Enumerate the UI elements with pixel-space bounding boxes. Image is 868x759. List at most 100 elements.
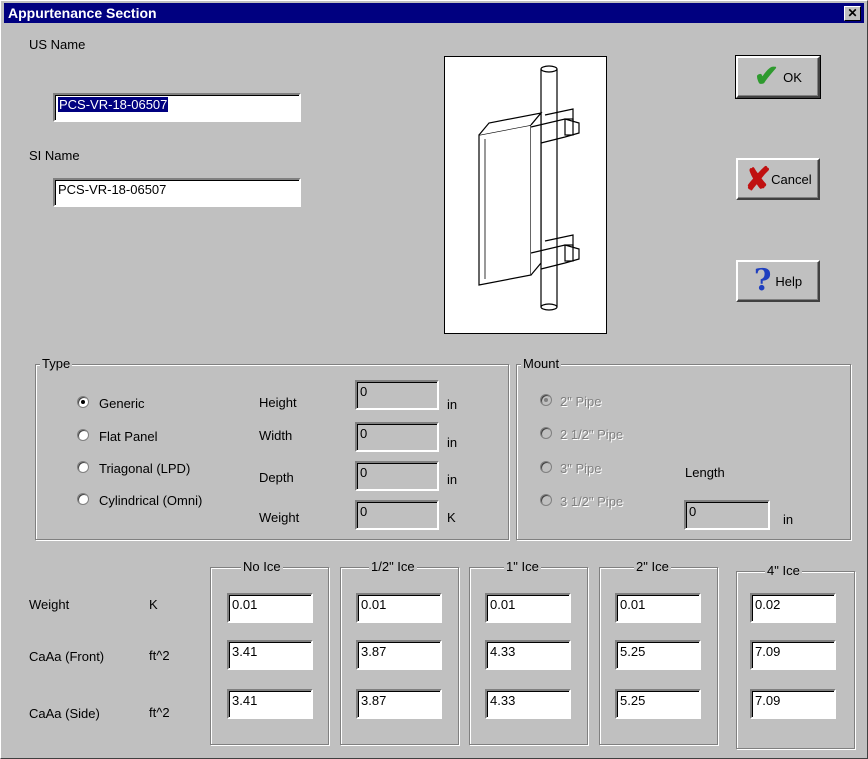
row-unit-caaa-front: ft^2 — [149, 648, 170, 663]
check-icon: ✔ — [754, 60, 780, 93]
cancel-label: Cancel — [771, 171, 812, 187]
column-header: 1" Ice — [504, 559, 541, 574]
mount-option-2-5in: 2 1/2" Pipe — [560, 427, 624, 442]
type-radio-triagonal[interactable] — [77, 461, 89, 473]
cell-value: 3.87 — [361, 693, 387, 708]
us-name-field[interactable]: PCS-VR-18-06507 — [53, 93, 301, 122]
mount-radio-3-5in[interactable] — [540, 494, 552, 506]
row-label-caaa-side: CaAa (Side) — [29, 706, 100, 721]
height-field[interactable]: 0 — [355, 380, 439, 410]
type-radio-cylindrical[interactable] — [77, 493, 89, 505]
half-ice-weight-field[interactable]: 0.01 — [356, 593, 442, 623]
column-header: 1/2" Ice — [369, 559, 417, 574]
type-option-triagonal: Triagonal (LPD) — [99, 461, 191, 476]
radio-dot — [81, 400, 85, 404]
us-name-label: US Name — [29, 37, 86, 52]
width-unit: in — [447, 435, 458, 450]
radio-dot — [544, 398, 548, 402]
cell-value: 0.01 — [232, 597, 258, 612]
title-bar: Appurtenance Section ✕ — [4, 3, 864, 23]
ok-label: OK — [783, 69, 802, 85]
length-unit: in — [783, 512, 794, 527]
width-value: 0 — [360, 426, 368, 441]
appurtenance-image — [444, 56, 607, 334]
mount-legend: Mount — [521, 356, 562, 371]
cell-value: 4.33 — [490, 644, 516, 659]
type-radio-generic[interactable] — [77, 396, 89, 408]
width-label: Width — [259, 428, 293, 443]
length-value: 0 — [689, 504, 697, 519]
type-option-flat-panel: Flat Panel — [99, 429, 158, 444]
depth-unit: in — [447, 472, 458, 487]
weight-value: 0 — [360, 504, 368, 519]
one-ice-weight-field[interactable]: 0.01 — [485, 593, 571, 623]
cell-value: 7.09 — [755, 693, 781, 708]
close-button[interactable]: ✕ — [844, 6, 861, 21]
cell-value: 0.01 — [620, 597, 646, 612]
cell-value: 3.41 — [232, 644, 258, 659]
one-ice-side-field[interactable]: 4.33 — [485, 689, 571, 719]
mount-option-2in: 2" Pipe — [560, 394, 602, 409]
cell-value: 5.25 — [620, 693, 646, 708]
two-ice-side-field[interactable]: 5.25 — [615, 689, 701, 719]
row-unit-caaa-side: ft^2 — [149, 705, 170, 720]
length-field[interactable]: 0 — [684, 500, 770, 530]
row-label-weight: Weight — [29, 597, 70, 612]
half-ice-side-field[interactable]: 3.87 — [356, 689, 442, 719]
no-ice-side-field[interactable]: 3.41 — [227, 689, 313, 719]
width-field[interactable]: 0 — [355, 422, 439, 452]
question-icon: ? — [753, 263, 772, 298]
type-option-generic: Generic — [99, 396, 145, 411]
type-legend: Type — [40, 356, 73, 371]
mount-option-3-5in: 3 1/2" Pipe — [560, 494, 624, 509]
mount-radio-2-5in[interactable] — [540, 427, 552, 439]
x-icon: ✘ — [744, 161, 772, 197]
length-label: Length — [685, 465, 725, 480]
row-unit-weight: K — [149, 597, 158, 612]
depth-field[interactable]: 0 — [355, 461, 439, 491]
ok-button[interactable]: ✔ OK — [735, 55, 821, 99]
depth-label: Depth — [259, 470, 294, 485]
half-ice-front-field[interactable]: 3.87 — [356, 640, 442, 670]
height-unit: in — [447, 397, 458, 412]
window-title: Appurtenance Section — [8, 5, 157, 21]
cell-value: 4.33 — [490, 693, 516, 708]
no-ice-weight-field[interactable]: 0.01 — [227, 593, 313, 623]
two-ice-weight-field[interactable]: 0.01 — [615, 593, 701, 623]
mount-radio-3in[interactable] — [540, 461, 552, 473]
cell-value: 0.01 — [490, 597, 516, 612]
si-name-label: SI Name — [29, 148, 80, 163]
column-header: 2" Ice — [634, 559, 671, 574]
one-ice-front-field[interactable]: 4.33 — [485, 640, 571, 670]
two-ice-front-field[interactable]: 5.25 — [615, 640, 701, 670]
four-ice-front-field[interactable]: 7.09 — [750, 640, 836, 670]
si-name-field[interactable]: PCS-VR-18-06507 — [53, 178, 301, 207]
mount-option-3in: 3" Pipe — [560, 461, 602, 476]
height-value: 0 — [360, 384, 368, 399]
cell-value: 3.87 — [361, 644, 387, 659]
four-ice-side-field[interactable]: 7.09 — [750, 689, 836, 719]
weight-label: Weight — [259, 510, 300, 525]
mount-radio-2in[interactable] — [540, 394, 552, 406]
cell-value: 7.09 — [755, 644, 781, 659]
dialog-window: Appurtenance Section ✕ US Name PCS-VR-18… — [0, 0, 868, 759]
row-label-caaa-front: CaAa (Front) — [29, 649, 105, 664]
column-header: 4" Ice — [765, 563, 802, 578]
weight-unit: K — [447, 510, 456, 525]
help-button[interactable]: ? Help — [736, 260, 820, 302]
si-name-value: PCS-VR-18-06507 — [58, 182, 167, 197]
help-label: Help — [775, 273, 803, 289]
cell-value: 0.02 — [755, 597, 781, 612]
type-option-cylindrical: Cylindrical (Omni) — [99, 493, 203, 508]
column-header: No Ice — [241, 559, 283, 574]
us-name-value: PCS-VR-18-06507 — [58, 97, 169, 112]
depth-value: 0 — [360, 465, 368, 480]
weight-field[interactable]: 0 — [355, 500, 439, 530]
cell-value: 0.01 — [361, 597, 387, 612]
four-ice-weight-field[interactable]: 0.02 — [750, 593, 836, 623]
cell-value: 3.41 — [232, 693, 258, 708]
panel-antenna-drawing — [478, 65, 580, 311]
type-radio-flat-panel[interactable] — [77, 429, 89, 441]
no-ice-front-field[interactable]: 3.41 — [227, 640, 313, 670]
cancel-button[interactable]: ✘ Cancel — [736, 158, 820, 200]
